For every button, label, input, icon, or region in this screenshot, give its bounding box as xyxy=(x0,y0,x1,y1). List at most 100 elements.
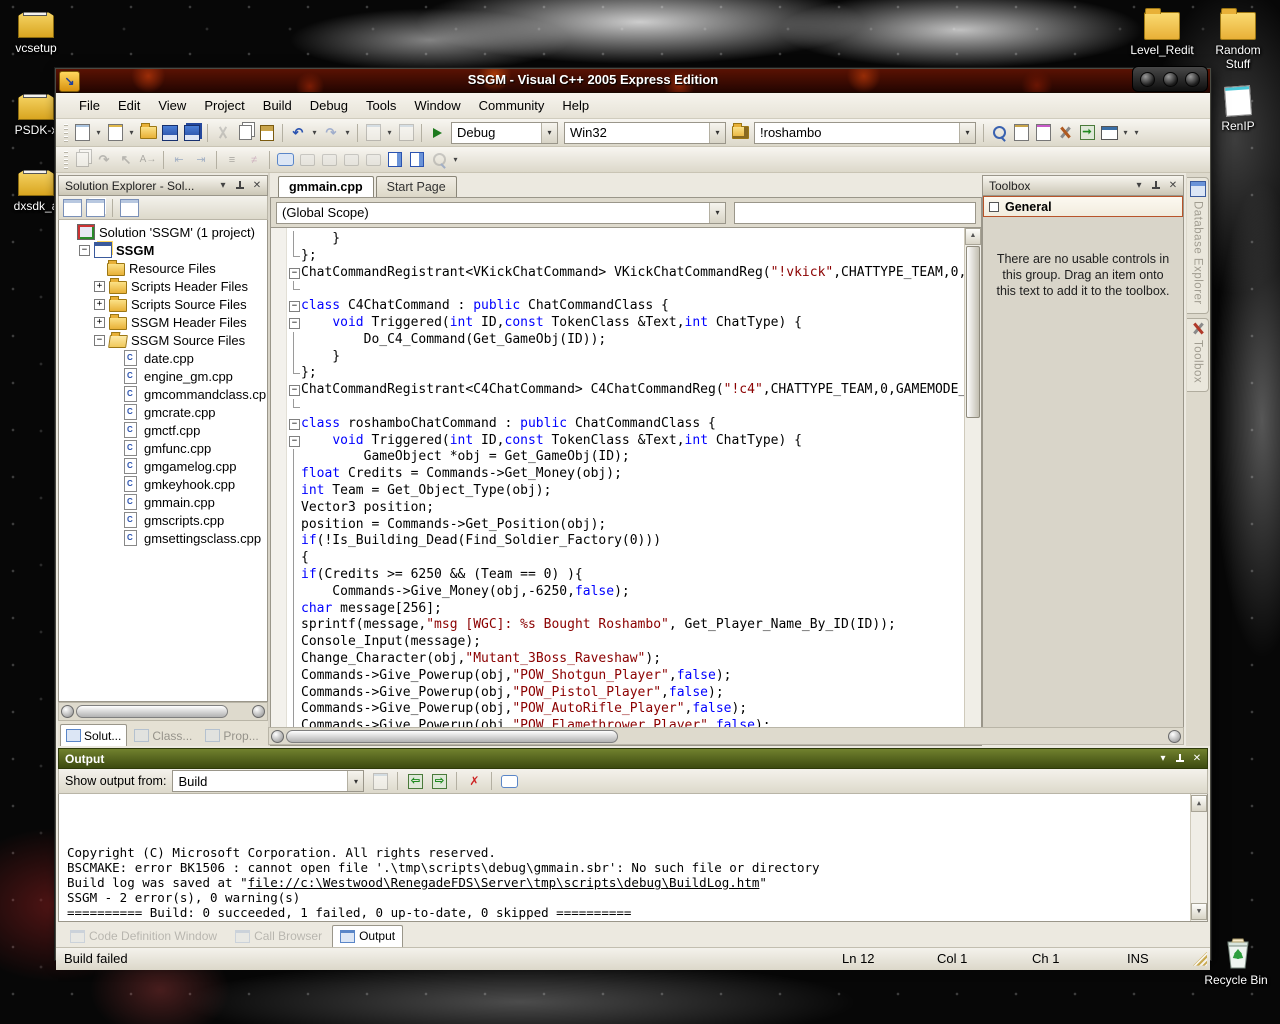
scroll-up-button[interactable]: ▲ xyxy=(965,228,981,245)
menu-edit[interactable]: Edit xyxy=(109,95,149,116)
command-window-button[interactable] xyxy=(1099,123,1119,143)
code-line[interactable]: }; xyxy=(287,365,981,382)
member-list-button[interactable] xyxy=(72,150,92,170)
comment-button[interactable]: ≡ xyxy=(222,150,242,170)
menu-tools[interactable]: Tools xyxy=(357,95,405,116)
previous-message-button[interactable]: ⇦ xyxy=(405,771,425,791)
fold-collapse-icon[interactable] xyxy=(287,315,301,332)
output-vscrollbar[interactable]: ▲ ▼ xyxy=(1190,794,1207,921)
tree-item[interactable]: −SSGM Source Files xyxy=(59,331,267,349)
clear-all-button[interactable]: ✗ xyxy=(464,771,484,791)
scroll-left-button[interactable] xyxy=(61,705,74,718)
open-file-button[interactable] xyxy=(138,123,158,143)
solution-config-combo[interactable]: Debug ▾ xyxy=(451,122,558,144)
fold-collapse-icon[interactable] xyxy=(287,298,301,315)
code-line[interactable]: sprintf(message,"msg [WGC]: %s Bought Ro… xyxy=(287,617,981,634)
properties-window-button[interactable] xyxy=(1011,123,1031,143)
auto-hide-pin-button[interactable] xyxy=(1173,753,1187,765)
expand-icon[interactable]: + xyxy=(94,317,105,328)
fold-collapse-icon[interactable] xyxy=(287,382,301,399)
goto-message-button[interactable] xyxy=(370,771,390,791)
output-source-combo[interactable]: Build ▾ xyxy=(172,770,364,792)
editor-vscrollbar[interactable]: ▲ ▼ xyxy=(964,228,981,745)
decrease-indent-button[interactable]: ⇤ xyxy=(169,150,189,170)
desktop-icon-random-stuff[interactable]: Random Stuff xyxy=(1202,6,1274,71)
tree-item[interactable]: gmkeyhook.cpp xyxy=(59,475,267,493)
chevron-down-icon[interactable]: ▾ xyxy=(343,128,352,137)
tab-property-manager[interactable]: Prop... xyxy=(199,724,264,746)
tab-call-browser[interactable]: Call Browser xyxy=(227,925,330,947)
platform-combo[interactable]: Win32 ▾ xyxy=(564,122,726,144)
title-bar[interactable]: ↘ SSGM - Visual C++ 2005 Express Edition xyxy=(56,69,1210,93)
scroll-up-button[interactable]: ▲ xyxy=(1191,795,1207,812)
tree-item[interactable]: −SSGM xyxy=(59,241,267,259)
parameter-info-button[interactable]: ↷ xyxy=(94,150,114,170)
collapse-icon[interactable]: − xyxy=(94,335,105,346)
desktop-icon-level-redit[interactable]: Level_Redit xyxy=(1126,6,1198,57)
bookmark-prev-doc-button[interactable] xyxy=(385,150,405,170)
find-combo[interactable]: !roshambo ▾ xyxy=(754,122,976,144)
bookmark-next-doc-button[interactable] xyxy=(407,150,427,170)
editor-hscrollbar[interactable] xyxy=(268,727,1184,745)
toolbar-options-button[interactable]: ▾ xyxy=(1132,128,1141,137)
undo-button[interactable]: ↶ xyxy=(288,123,308,143)
tab-class-view[interactable]: Class... xyxy=(128,724,198,746)
start-debug-button[interactable] xyxy=(427,123,447,143)
code-line[interactable]: char message[256]; xyxy=(287,601,981,618)
tab-solution-explorer[interactable]: Solut... xyxy=(60,724,127,746)
complete-word-button[interactable]: A→ xyxy=(138,150,158,170)
code-line[interactable]: } xyxy=(287,231,981,248)
tree-item[interactable]: engine_gm.cpp xyxy=(59,367,267,385)
tree-item[interactable]: Solution 'SSGM' (1 project) xyxy=(59,223,267,241)
tree-item[interactable]: +SSGM Header Files xyxy=(59,313,267,331)
fold-collapse-icon[interactable] xyxy=(287,416,301,433)
solution-explorer-button[interactable] xyxy=(989,123,1009,143)
minimize-button[interactable] xyxy=(1140,72,1155,87)
scroll-thumb[interactable] xyxy=(76,705,228,718)
close-button[interactable] xyxy=(1185,72,1200,87)
scroll-left-button[interactable] xyxy=(271,730,284,743)
quick-info-button[interactable]: ↖ xyxy=(116,150,136,170)
code-line[interactable]: Commands->Give_Powerup(obj,"POW_Pistol_P… xyxy=(287,685,981,702)
close-panel-button[interactable]: ✕ xyxy=(250,180,264,192)
window-position-menu-button[interactable]: ▾ xyxy=(1132,180,1146,192)
desktop-icon-vcsetup[interactable]: vcsetup xyxy=(0,4,72,55)
window-position-menu-button[interactable]: ▾ xyxy=(1156,753,1170,765)
code-line[interactable]: Commands->Give_Powerup(obj,"POW_AutoRifl… xyxy=(287,701,981,718)
tree-item[interactable]: date.cpp xyxy=(59,349,267,367)
toolbox-button[interactable] xyxy=(1055,123,1075,143)
properties-button[interactable] xyxy=(63,199,82,217)
tree-item[interactable]: gmgamelog.cpp xyxy=(59,457,267,475)
chevron-down-icon[interactable]: ▾ xyxy=(1121,128,1130,137)
save-all-button[interactable] xyxy=(182,123,202,143)
output-text[interactable]: ▲ ▼ Copyright (C) Microsoft Corporation.… xyxy=(58,794,1208,922)
menu-build[interactable]: Build xyxy=(254,95,301,116)
tab-toolbox[interactable]: Toolbox xyxy=(1187,318,1209,392)
tree-item[interactable]: gmsettingsclass.cpp xyxy=(59,529,267,547)
auto-hide-pin-button[interactable] xyxy=(233,180,247,192)
close-panel-button[interactable]: ✕ xyxy=(1190,753,1204,765)
members-combo[interactable] xyxy=(734,202,976,224)
chevron-down-icon[interactable]: ▾ xyxy=(385,128,394,137)
toolbox-group-general[interactable]: General xyxy=(983,196,1183,217)
close-panel-button[interactable]: ✕ xyxy=(1166,180,1180,192)
collapse-icon[interactable]: − xyxy=(79,245,90,256)
scroll-right-button[interactable] xyxy=(252,705,265,718)
chevron-down-icon[interactable]: ▾ xyxy=(94,128,103,137)
scroll-thumb[interactable] xyxy=(966,246,980,418)
toggle-word-wrap-button[interactable] xyxy=(499,771,519,791)
tab-gmmain-cpp[interactable]: gmmain.cpp xyxy=(278,176,374,197)
code-line[interactable]: position = Commands->Get_Position(obj); xyxy=(287,517,981,534)
indicator-margin[interactable] xyxy=(271,228,287,745)
code-text[interactable]: }};ChatCommandRegistrant<VKickChatComman… xyxy=(287,228,981,745)
code-line[interactable]: } xyxy=(287,349,981,366)
increase-indent-button[interactable]: ⇥ xyxy=(191,150,211,170)
show-all-files-button[interactable] xyxy=(86,199,105,217)
code-editor[interactable]: }};ChatCommandRegistrant<VKickChatComman… xyxy=(270,228,982,746)
fold-collapse-icon[interactable] xyxy=(287,265,301,282)
uncomment-button[interactable]: ≠ xyxy=(244,150,264,170)
copy-button[interactable] xyxy=(235,123,255,143)
chevron-down-icon[interactable]: ▾ xyxy=(709,123,725,143)
toolbox-titlebar[interactable]: Toolbox ▾ ✕ xyxy=(982,175,1184,196)
code-line[interactable]: class roshamboChatCommand : public ChatC… xyxy=(287,416,981,433)
